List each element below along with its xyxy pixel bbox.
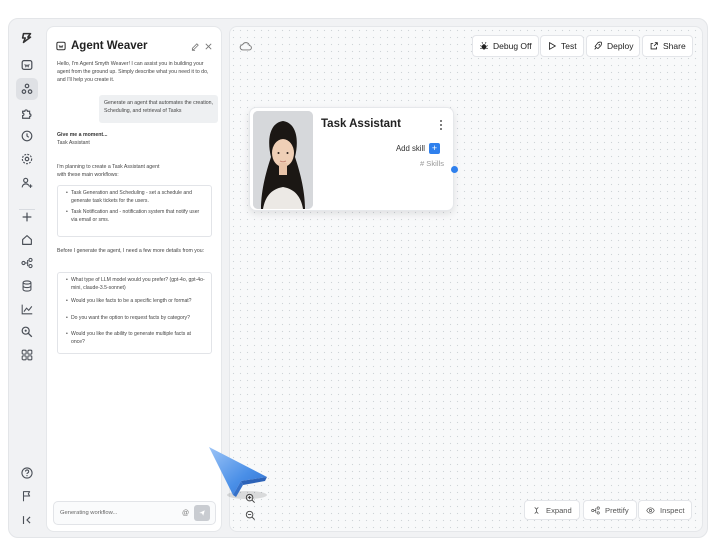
left-rail bbox=[9, 19, 45, 537]
plus-icon[interactable] bbox=[16, 206, 38, 228]
skills-label: # Skills bbox=[419, 159, 444, 168]
chat-title: Agent Weaver bbox=[71, 40, 148, 52]
expand-button[interactable]: Expand bbox=[524, 500, 580, 520]
share-label: Share bbox=[663, 41, 686, 51]
prettify-button[interactable]: Prettify bbox=[583, 500, 637, 520]
cursor-pointer-icon bbox=[209, 447, 267, 499]
debug-button[interactable]: Debug Off bbox=[472, 35, 539, 57]
settings-icon[interactable] bbox=[16, 148, 38, 170]
send-button[interactable] bbox=[194, 505, 211, 521]
workflow-list: Task Generation and Scheduling - set a s… bbox=[57, 185, 212, 237]
chat-panel: Agent Weaver Hello, I'm Agent Smyth Weav… bbox=[46, 26, 222, 532]
workflow-icon bbox=[591, 506, 600, 514]
prettify-label: Prettify bbox=[605, 505, 629, 515]
deploy-label: Deploy bbox=[607, 41, 634, 51]
rocket-icon bbox=[594, 41, 602, 50]
puzzle-icon[interactable] bbox=[16, 102, 38, 124]
chat-header: Agent Weaver bbox=[55, 37, 213, 55]
chat-input-box: @ bbox=[53, 501, 216, 525]
edit-icon[interactable] bbox=[191, 42, 200, 51]
add-skill-label: Add skill bbox=[395, 144, 425, 153]
zoom-out-button[interactable] bbox=[242, 507, 258, 523]
workflow-canvas[interactable]: Debug Off Test Deploy Share Task Assista… bbox=[229, 26, 703, 532]
bug-icon bbox=[480, 42, 488, 50]
expand-icon bbox=[534, 506, 539, 514]
node-title: Task Assistant bbox=[321, 118, 401, 130]
expand-label: Expand bbox=[546, 505, 572, 515]
weaver-bot-icon bbox=[56, 41, 66, 51]
inspect-button[interactable]: Inspect bbox=[638, 500, 693, 520]
cloud-sync-icon[interactable] bbox=[239, 39, 253, 53]
search-key-icon[interactable] bbox=[16, 321, 38, 343]
collapse-icon[interactable] bbox=[16, 509, 38, 531]
questions-list: What type of LLM model would you prefer?… bbox=[57, 272, 212, 354]
chat-input[interactable] bbox=[60, 510, 178, 516]
output-port[interactable] bbox=[451, 166, 458, 173]
grid-icon[interactable] bbox=[16, 344, 38, 366]
flag-icon[interactable] bbox=[16, 485, 38, 507]
logo-icon[interactable] bbox=[16, 27, 38, 49]
user-message: Generate an agent that automates the cre… bbox=[99, 95, 218, 123]
assistant-intro: Hello, I'm Agent Smyth Weaver! I can ass… bbox=[57, 61, 209, 83]
app-window: Agent Weaver Hello, I'm Agent Smyth Weav… bbox=[8, 18, 708, 538]
share-button[interactable]: Share bbox=[642, 35, 693, 57]
play-icon bbox=[549, 41, 557, 51]
mention-button[interactable]: @ bbox=[182, 510, 189, 517]
reply-heading: Give me a moment... bbox=[57, 132, 108, 138]
details-intro: Before I generate the agent, I need a fe… bbox=[57, 248, 205, 254]
test-label: Test bbox=[561, 41, 577, 51]
history-icon[interactable] bbox=[16, 125, 38, 147]
home-icon[interactable] bbox=[16, 229, 38, 251]
workflow-icon[interactable] bbox=[16, 252, 38, 274]
list-item: Would you like the ability to generate m… bbox=[66, 331, 206, 346]
list-item: Do you want the option to request facts … bbox=[66, 315, 206, 323]
test-button[interactable]: Test bbox=[540, 35, 584, 57]
plan-intro: I'm planning to create a Task Assistant … bbox=[57, 164, 160, 178]
add-skill-button[interactable]: Add skill + bbox=[396, 143, 440, 154]
bot-icon[interactable] bbox=[16, 54, 38, 76]
list-item: What type of LLM model would you prefer?… bbox=[66, 277, 206, 292]
send-icon bbox=[199, 510, 205, 516]
reply-subheading: Task Assistant bbox=[57, 140, 90, 146]
help-icon[interactable] bbox=[16, 462, 38, 484]
database-icon[interactable] bbox=[16, 275, 38, 297]
agent-avatar bbox=[253, 111, 313, 209]
eye-icon bbox=[646, 506, 655, 514]
share-icon bbox=[650, 42, 658, 50]
more-vertical-icon[interactable] bbox=[438, 119, 444, 131]
list-item: Task Notification and - notification sys… bbox=[66, 209, 206, 224]
list-item: Task Generation and Scheduling - set a s… bbox=[66, 190, 206, 205]
chart-icon[interactable] bbox=[16, 298, 38, 320]
deploy-button[interactable]: Deploy bbox=[586, 35, 641, 57]
debug-label: Debug Off bbox=[493, 41, 532, 51]
agent-node[interactable]: Task Assistant Add skill + # Skills bbox=[249, 107, 458, 211]
close-icon[interactable] bbox=[204, 42, 213, 51]
agents-icon[interactable] bbox=[16, 78, 38, 100]
plus-icon: + bbox=[429, 143, 440, 154]
zoom-out-icon bbox=[245, 510, 255, 520]
list-item: Would you like facts to be a specific le… bbox=[66, 298, 206, 306]
inspect-label: Inspect bbox=[660, 505, 685, 515]
user-add-icon[interactable] bbox=[16, 172, 38, 194]
